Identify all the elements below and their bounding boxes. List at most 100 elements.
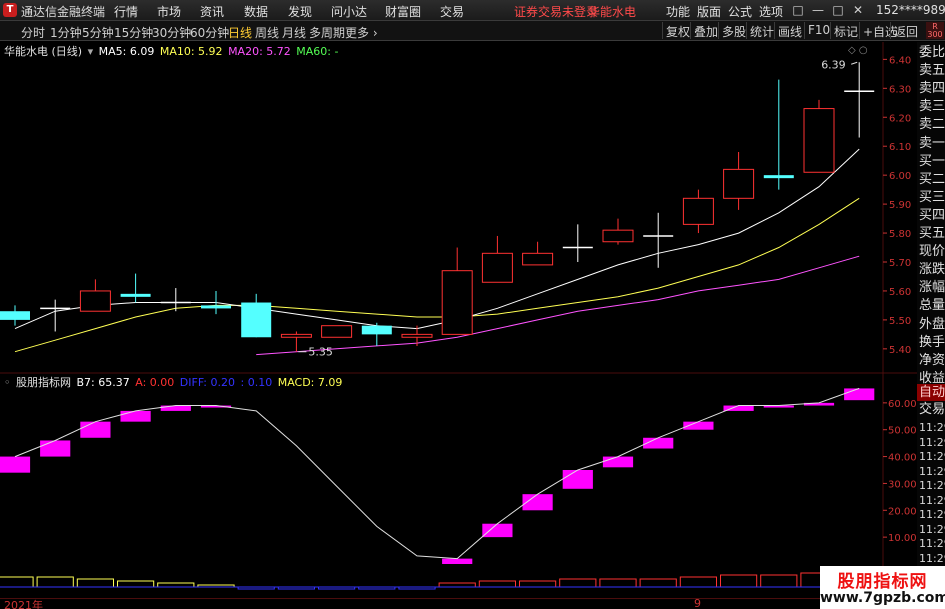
menu-news[interactable]: 资讯 [200,3,224,20]
tick-time: 11:29 [919,435,945,449]
period-weekly[interactable]: 周线 [255,24,279,41]
ma10-line [14,197,860,353]
trade-tab[interactable]: 交易 [917,401,945,418]
price-tick-label: 6.10 [889,142,911,153]
candle-body [763,175,794,179]
candle-body [120,293,151,297]
period-5min[interactable]: 5分钟 [82,24,114,41]
side-label: 卖三 [919,99,945,115]
ind-tick-label: 50.00 [888,426,917,437]
tick-time: 11:29 [919,450,945,463]
period-daily[interactable]: 日线 [228,24,252,41]
candle [441,247,473,335]
statistics-button[interactable]: 统计 [746,22,777,39]
macd-bar [559,578,597,588]
period-60min[interactable]: 60分钟 [190,24,229,41]
period-multi[interactable]: 多周期 [309,24,345,41]
chart-settings-icon[interactable]: ◇ ○ [848,45,868,56]
price-tick-label: 6.40 [889,55,911,66]
period-tick[interactable]: 分时 [21,24,45,41]
candle-body [361,325,392,335]
macd-bar [478,580,516,588]
account-number[interactable]: 152****9892 [876,3,945,17]
corner-badge: R 300 [926,22,944,39]
menu-data[interactable]: 数据 [244,3,268,20]
overlay-button[interactable]: 叠加 [690,22,721,39]
tick-time: 11:29 [919,551,945,565]
side-label: 委比 [919,45,945,60]
maximize-icon[interactable]: □ [830,2,846,18]
candle [723,152,755,210]
b7-block [482,523,513,538]
menu-layout[interactable]: 版面 [697,3,721,20]
side-label: 买四 [919,207,945,223]
candle-body [321,325,353,338]
side-label: 换手 [919,334,945,350]
side-label: 涨幅 [919,280,945,296]
f10-button[interactable]: F10 [804,22,833,39]
menu-trade[interactable]: 交易 [440,3,464,20]
period-30min[interactable]: 30分钟 [152,24,191,41]
back-button[interactable]: 返回 [890,22,921,39]
mark-button[interactable]: 标记 [830,22,861,39]
b7-block [562,470,593,489]
period-15min[interactable]: 15分钟 [114,24,153,41]
menu-options[interactable]: 选项 [759,3,783,20]
menu-formula[interactable]: 公式 [728,3,752,20]
candle-body [803,108,835,173]
kline-chart-area[interactable]: 6.40 6.30 6.20 6.10 6.00 5.90 5.80 5.70 5.60 5.50… [0,42,917,598]
side-label: 净资 [919,352,945,368]
macd-bar [760,574,798,588]
side-label: 现价 [919,244,945,260]
period-more[interactable]: 更多 › [345,24,378,41]
menu-ask[interactable]: 问小达 [331,3,367,20]
price-tick-label: 6.30 [889,84,911,95]
menu-discover[interactable]: 发现 [288,3,312,20]
adjust-button[interactable]: 复权 [662,22,693,39]
macd-bar [639,578,677,588]
price-tick-label: 6.20 [889,113,911,124]
b7-block [160,405,191,411]
watermark-title: 股朋指标网 [837,572,928,592]
tick-time: 11:29 [919,421,945,434]
b7-block [0,456,31,473]
period-monthly[interactable]: 月线 [282,24,306,41]
minimize-icon[interactable]: — [810,2,826,18]
side-label: 卖一 [919,135,945,151]
tick-time: 11:29 [919,479,945,492]
auto-tab[interactable]: 自动 [917,384,945,401]
trade-login-status[interactable]: 证券交易未登录 [514,3,598,20]
price-tick-label: 5.80 [889,229,911,240]
macd-bar [519,580,557,588]
multi-stock-button[interactable]: 多股 [718,22,749,39]
app-logo-icon: T [3,3,17,17]
b7-block [40,440,71,457]
candle [321,325,353,338]
candle-body [0,311,30,320]
candle [481,235,513,283]
menu-market[interactable]: 市场 [157,3,181,20]
ind-tick-label: 40.00 [888,453,917,464]
price-tick-label: 5.50 [889,316,911,327]
candle-body [201,305,231,309]
period-toolbar: 分时 1分钟 5分钟 15分钟 30分钟 60分钟 日线 周线 月线 多周期 更… [0,21,945,41]
draw-line-button[interactable]: 画线 [774,22,805,39]
candle [844,62,875,138]
year-label: 2021年 [4,599,43,609]
layout-icon[interactable]: □ [790,2,806,18]
b7-block [844,388,875,401]
low-price-label: 5.35 [308,346,333,359]
high-pointer [851,61,858,65]
candle [803,99,835,173]
price-tick-label: 6.00 [889,171,911,182]
period-1min[interactable]: 1分钟 [50,24,82,41]
menu-quotes[interactable]: 行情 [114,3,138,20]
menu-function[interactable]: 功能 [666,3,690,20]
candle-body [522,252,554,266]
candle [602,218,634,245]
side-label: 涨跌 [919,262,945,278]
menu-wealth[interactable]: 财富圈 [385,3,421,20]
close-icon[interactable]: ✕ [850,2,866,18]
candle [361,322,392,346]
b7-block [602,456,634,468]
